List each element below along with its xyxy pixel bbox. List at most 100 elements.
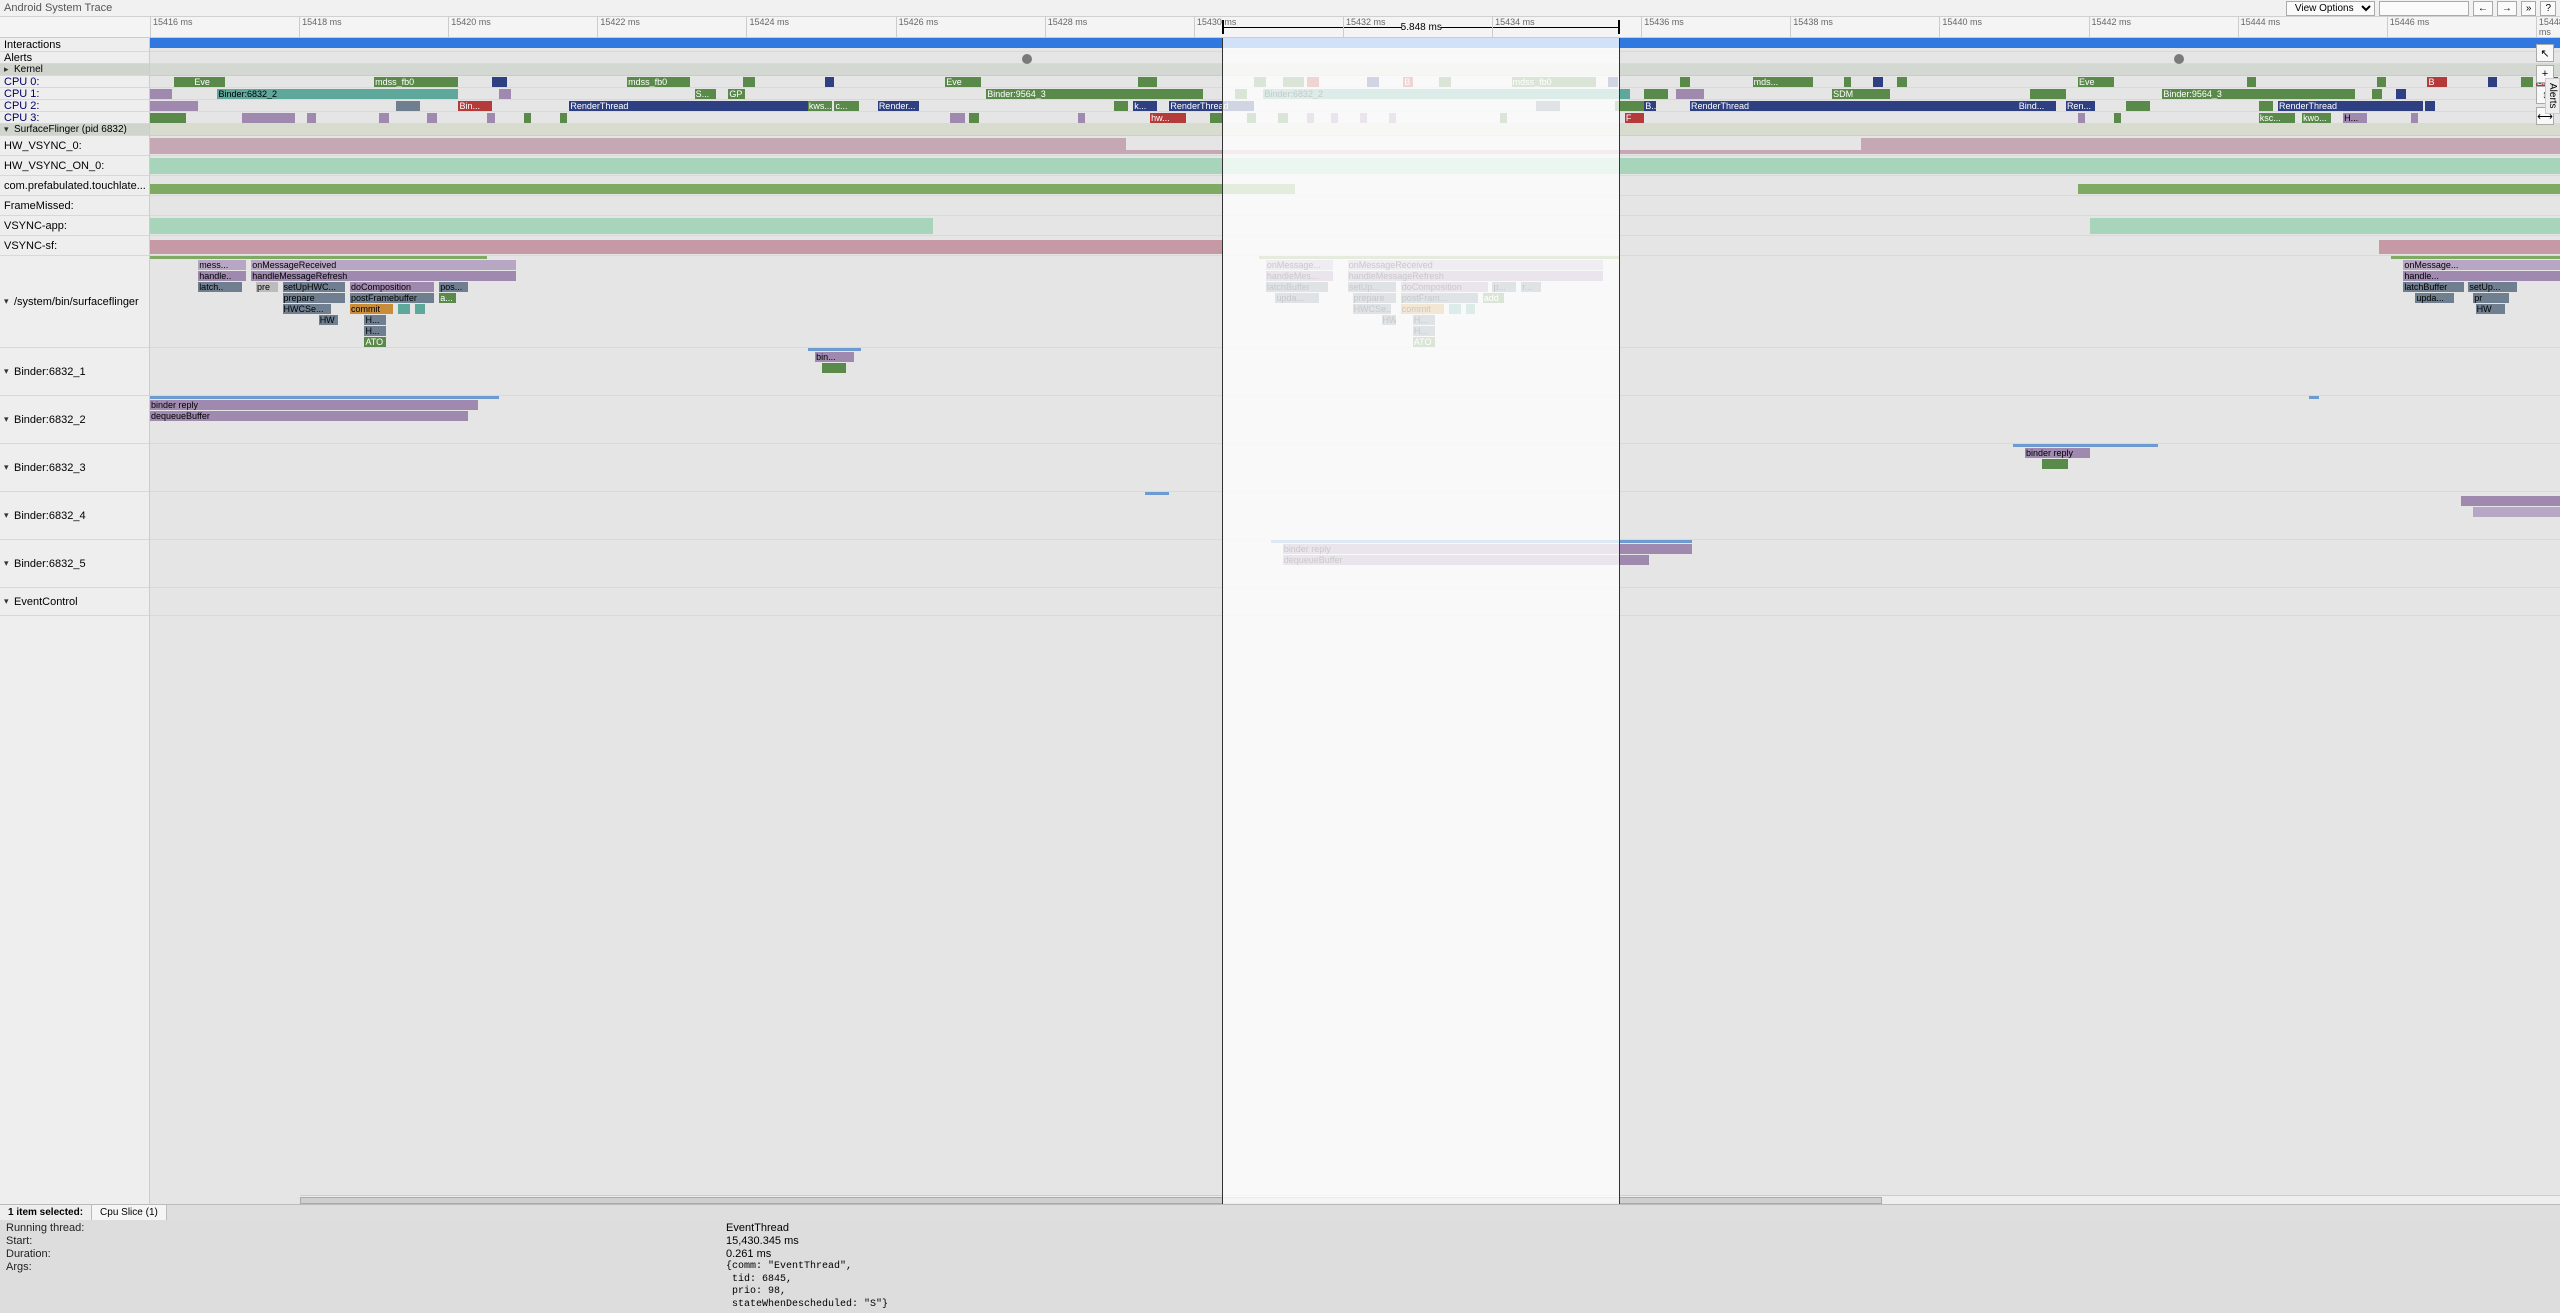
cpu-slice[interactable]: Eve (945, 77, 981, 87)
thread-slice[interactable]: prepare (283, 293, 346, 303)
cpu-slice[interactable] (2030, 89, 2066, 99)
cpu-slice[interactable] (1254, 77, 1266, 87)
cpu-slice[interactable] (825, 77, 835, 87)
cpu-slice[interactable] (487, 113, 494, 123)
cpu-slice[interactable] (2372, 89, 2382, 99)
thread-slice[interactable]: H... (364, 326, 386, 336)
track-vsync-sf[interactable] (150, 236, 2560, 256)
track-hw-vsync-0[interactable] (150, 136, 2560, 156)
horizontal-scrollbar[interactable] (300, 1195, 2560, 1204)
cpu-slice[interactable] (1676, 89, 1705, 99)
thread-slice[interactable] (822, 363, 846, 373)
cpu-slice[interactable]: kwo... (2302, 113, 2331, 123)
history-forward-button[interactable]: → (2497, 1, 2517, 16)
thread-slice[interactable]: bin... (815, 352, 854, 362)
track-binder-2[interactable]: binder replydequeueBuffer (150, 396, 2560, 444)
alert-dot[interactable] (2174, 54, 2184, 64)
cpu-slice[interactable]: hw... (1150, 113, 1186, 123)
thread-slice[interactable]: commit (1401, 304, 1444, 314)
cpu-slice[interactable] (743, 77, 755, 87)
thread-slice[interactable] (398, 304, 410, 314)
sidebar-counter-row[interactable]: HW_VSYNC_ON_0: (0, 156, 149, 176)
cpu-slice[interactable] (2377, 77, 2387, 87)
cpu-slice[interactable]: RenderThread (1690, 101, 2018, 111)
cpu-slice[interactable]: Binder:9564_3 (986, 89, 1203, 99)
thread-slice[interactable]: latch.. (198, 282, 241, 292)
thread-slice[interactable]: latchBuffer (1266, 282, 1329, 292)
cpu-slice[interactable] (560, 113, 567, 123)
sidebar-cpu-row[interactable]: CPU 0: (0, 76, 149, 88)
thread-slice[interactable]: onMessageReceived (1348, 260, 1603, 270)
cpu-slice[interactable]: ksc... (2259, 113, 2295, 123)
cpu-slice[interactable] (2396, 89, 2406, 99)
thread-slice[interactable] (2473, 507, 2560, 517)
sidebar-counter-row[interactable]: com.prefabulated.touchlate... (0, 176, 149, 196)
cpu-slice[interactable]: RenderThread (1169, 101, 1253, 111)
track-interactions[interactable] (150, 38, 2560, 52)
cpu-slice[interactable] (2521, 77, 2533, 87)
cpu-slice[interactable] (150, 89, 172, 99)
cpu-slice[interactable]: B (2427, 77, 2446, 87)
thread-slice[interactable]: onMessage... (1266, 260, 1333, 270)
pointer-tool-button[interactable]: ↖ (2536, 44, 2554, 62)
track-alerts[interactable] (150, 52, 2560, 64)
thread-slice[interactable]: handleMes... (1266, 271, 1333, 281)
track-binder-3[interactable]: binder reply (150, 444, 2560, 492)
thread-slice[interactable] (1449, 304, 1461, 314)
thread-slice[interactable]: dequeueBuffer (150, 411, 468, 421)
cpu-slice[interactable]: Binder:6832_2 (217, 89, 458, 99)
cpu-slice[interactable] (307, 113, 317, 123)
sidebar-counter-row[interactable]: VSYNC-sf: (0, 236, 149, 256)
cpu-slice[interactable] (1307, 113, 1314, 123)
thread-slice[interactable]: mess... (198, 260, 246, 270)
cpu-slice[interactable] (2247, 77, 2257, 87)
thread-slice[interactable]: binder reply (2025, 448, 2090, 458)
track-cpu-3[interactable]: hw...Fksc...kwo...H... (150, 112, 2560, 124)
cpu-slice[interactable] (1897, 77, 1907, 87)
thread-slice[interactable]: p... (1492, 282, 1516, 292)
cpu-slice[interactable]: mdss_fb0 (1512, 77, 1596, 87)
thread-slice[interactable]: doComposition (1401, 282, 1488, 292)
cpu-slice[interactable] (1367, 77, 1379, 87)
thread-slice[interactable]: HWCSe... (283, 304, 331, 314)
thread-slice[interactable]: H... (1413, 326, 1435, 336)
cpu-slice[interactable]: RenderThread (2278, 101, 2423, 111)
cpu-slice[interactable]: kws... (808, 101, 832, 111)
view-options-dropdown[interactable]: View Options (2286, 1, 2375, 16)
thread-slice[interactable]: r... (1521, 282, 1540, 292)
search-input[interactable] (2379, 1, 2469, 16)
cpu-slice[interactable] (427, 113, 437, 123)
cpu-slice[interactable] (969, 113, 979, 123)
cpu-slice[interactable]: Binder:9564_3 (2162, 89, 2355, 99)
cpu-slice[interactable] (524, 113, 531, 123)
track-cpu-2[interactable]: Bin...RenderThreadkws...c...Render...k..… (150, 100, 2560, 112)
cpu-slice[interactable] (1138, 77, 1157, 87)
thread-slice[interactable]: upda... (1275, 293, 1318, 303)
cpu-slice[interactable] (2078, 113, 2085, 123)
track-cpu-1[interactable]: Binder:6832_2S...GPBinder:9564_3Binder:6… (150, 88, 2560, 100)
thread-slice[interactable]: handle.. (198, 271, 246, 281)
cpu-slice[interactable]: H... (2343, 113, 2367, 123)
cpu-slice[interactable]: SDM (1832, 89, 1890, 99)
cpu-slice[interactable]: Binder:6832_2 (1263, 89, 1629, 99)
thread-slice[interactable]: prepare (1353, 293, 1396, 303)
cpu-slice[interactable] (1247, 113, 1257, 123)
selection-span-marker[interactable]: 5.848 ms (1222, 20, 1620, 34)
cpu-slice[interactable]: mds... (1753, 77, 1813, 87)
track-binder-5[interactable]: binder replydequeueBuffer (150, 540, 2560, 588)
cpu-slice[interactable]: RenderThread (569, 101, 798, 111)
cpu-slice[interactable]: Bin... (458, 101, 492, 111)
play-button[interactable]: » (2521, 1, 2537, 16)
cpu-slice[interactable] (1844, 77, 1851, 87)
cpu-slice[interactable] (1873, 77, 1883, 87)
sidebar-counter-row[interactable]: VSYNC-app: (0, 216, 149, 236)
cpu-slice[interactable]: B (1403, 77, 1413, 87)
thread-slice[interactable]: setUp... (1348, 282, 1396, 292)
cpu-slice[interactable]: B... (1644, 101, 1656, 111)
sidebar-interactions[interactable]: Interactions (0, 38, 149, 52)
thread-slice[interactable] (2461, 496, 2560, 506)
thread-slice[interactable]: HW (319, 315, 338, 325)
thread-slice[interactable]: postFramebuffer (350, 293, 434, 303)
cpu-slice[interactable] (1608, 77, 1618, 87)
sidebar-thread-row[interactable]: ▾Binder:6832_2 (0, 396, 149, 444)
